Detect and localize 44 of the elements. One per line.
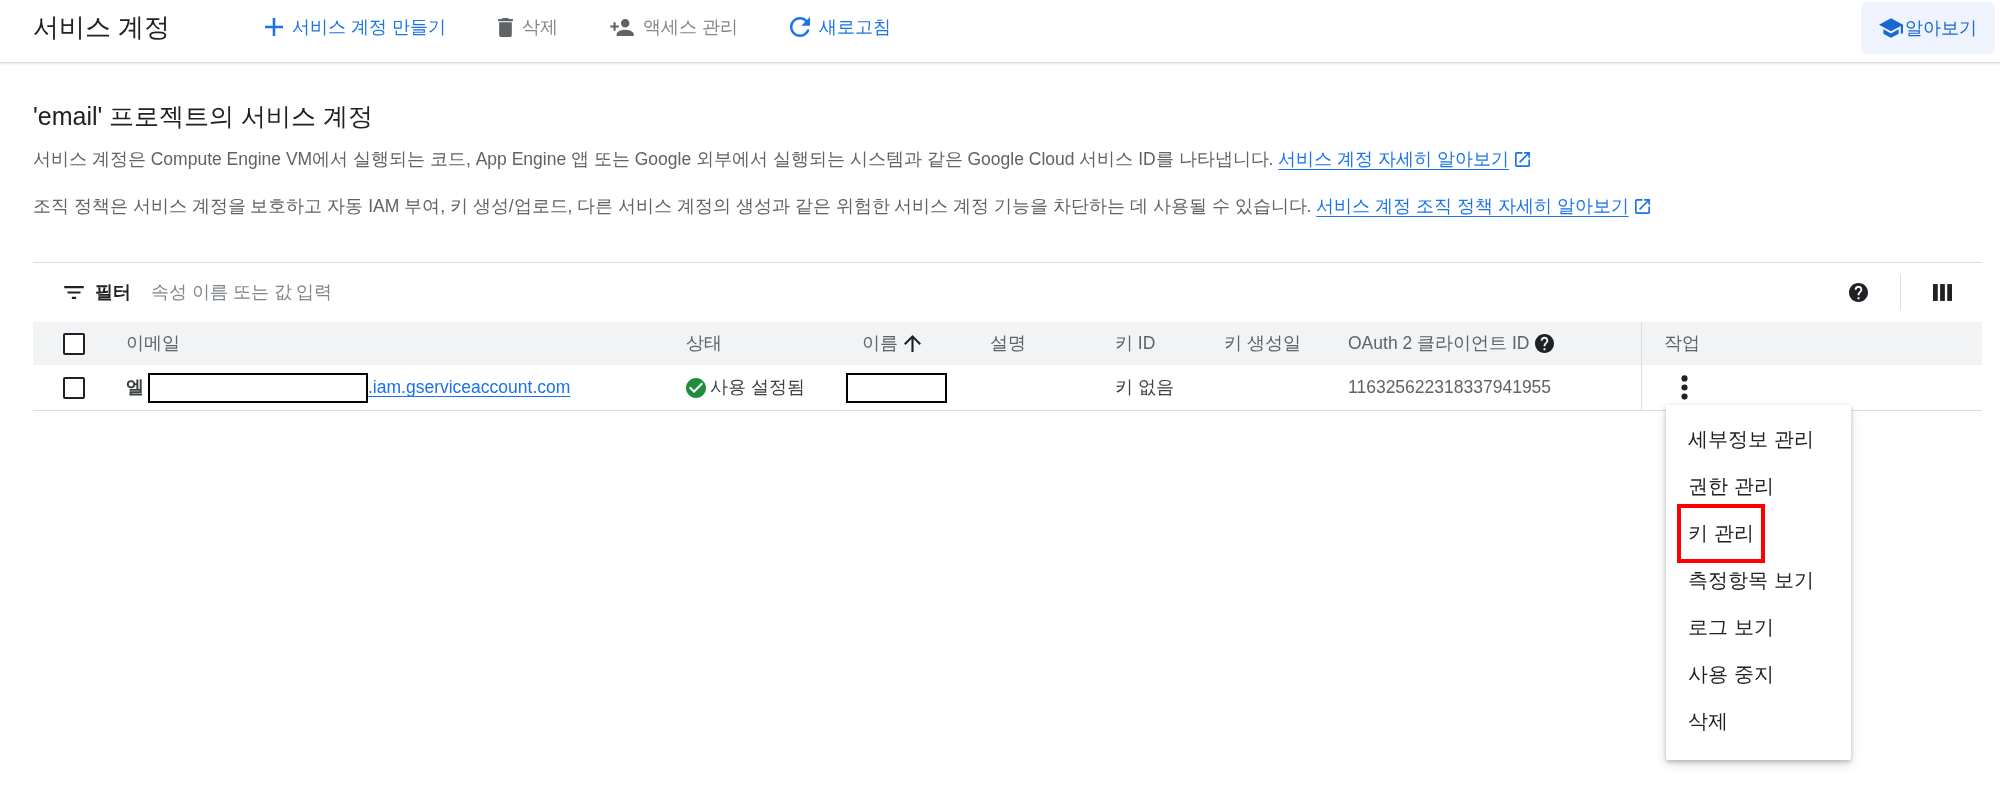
checkbox[interactable]: [63, 376, 85, 399]
more-options-icon[interactable]: [1681, 375, 1688, 400]
column-header[interactable]: 키 생성일: [1224, 330, 1301, 357]
email-prefix: 엘: [126, 376, 144, 400]
learn-more-link[interactable]: 서비스 계정 자세히 알아보기: [1278, 149, 1530, 169]
page-title: 서비스 계정: [33, 11, 172, 43]
column-header[interactable]: 키 ID: [1115, 330, 1156, 357]
menu-item[interactable]: 삭제: [1688, 697, 1728, 745]
external-link-icon: [1634, 199, 1650, 214]
checkbox[interactable]: [63, 332, 85, 355]
column-header[interactable]: 상태: [686, 330, 722, 357]
filter-input[interactable]: 속성 이름 또는 값 입력: [151, 274, 1849, 311]
filter-label: 필터: [95, 281, 131, 305]
learn-button[interactable]: 알아보기: [1861, 2, 1995, 54]
key-id-text: 키 없음: [1115, 376, 1174, 400]
section-title: 'email' 프로젝트의 서비스 계정: [33, 101, 375, 132]
menu-item[interactable]: 로그 보기: [1688, 603, 1774, 651]
description-text: 조직 정책은 서비스 계정을 보호하고 자동 IAM 부여, 키 생성/업로드, 다른 서비스 계정의 생성과 같은 위험한 서비스 계정 기능을 차단하는 데 사용될 수 있습니다. 서비스 계정 조직 정책 자세히 알아보기: [33, 193, 1982, 219]
description-text: 서비스 계정은 Compute Engine VM에서 실행되는 코드, App Engine 앱 또는 Google 외부에서 실행되는 시스템과 같은 Google Cloud 서비스 ID를 나타냅니다. 서비스 계정 자세히 알아보기: [33, 146, 1982, 172]
status-label: 사용 설정됨: [710, 376, 805, 400]
column-header[interactable]: 설명: [990, 330, 1026, 357]
column-header[interactable]: 이름: [862, 330, 898, 357]
menu-item[interactable]: 키 관리: [1677, 503, 1765, 563]
column-header[interactable]: 이메일: [126, 330, 180, 357]
person-add-icon: [609, 18, 634, 36]
create-button[interactable]: 서비스 계정 만들기: [257, 9, 454, 45]
column-header[interactable]: OAuth 2 클라이언트 ID: [1348, 330, 1530, 357]
email-link[interactable]: .iam.gserviceaccount.com: [368, 374, 571, 401]
arrow-up-icon[interactable]: [904, 335, 921, 352]
refresh-button[interactable]: 새로고침: [781, 9, 899, 45]
help-icon[interactable]: [1849, 283, 1868, 302]
columns-icon[interactable]: [1933, 284, 1952, 301]
external-link-icon: [1514, 152, 1530, 167]
refresh-icon: [789, 17, 810, 37]
graduation-cap-icon: [1879, 18, 1903, 38]
filter-icon[interactable]: [64, 286, 84, 299]
menu-item[interactable]: 사용 중지: [1688, 650, 1774, 698]
help-icon[interactable]: [1535, 334, 1555, 353]
trash-icon: [497, 17, 513, 37]
client-id-text: 116325622318337941955: [1348, 376, 1552, 400]
menu-item[interactable]: 세부정보 관리: [1688, 415, 1814, 463]
plus-icon: [265, 18, 283, 36]
column-header[interactable]: 작업: [1664, 330, 1700, 357]
learn-more-link[interactable]: 서비스 계정 조직 정책 자세히 알아보기: [1316, 196, 1650, 216]
